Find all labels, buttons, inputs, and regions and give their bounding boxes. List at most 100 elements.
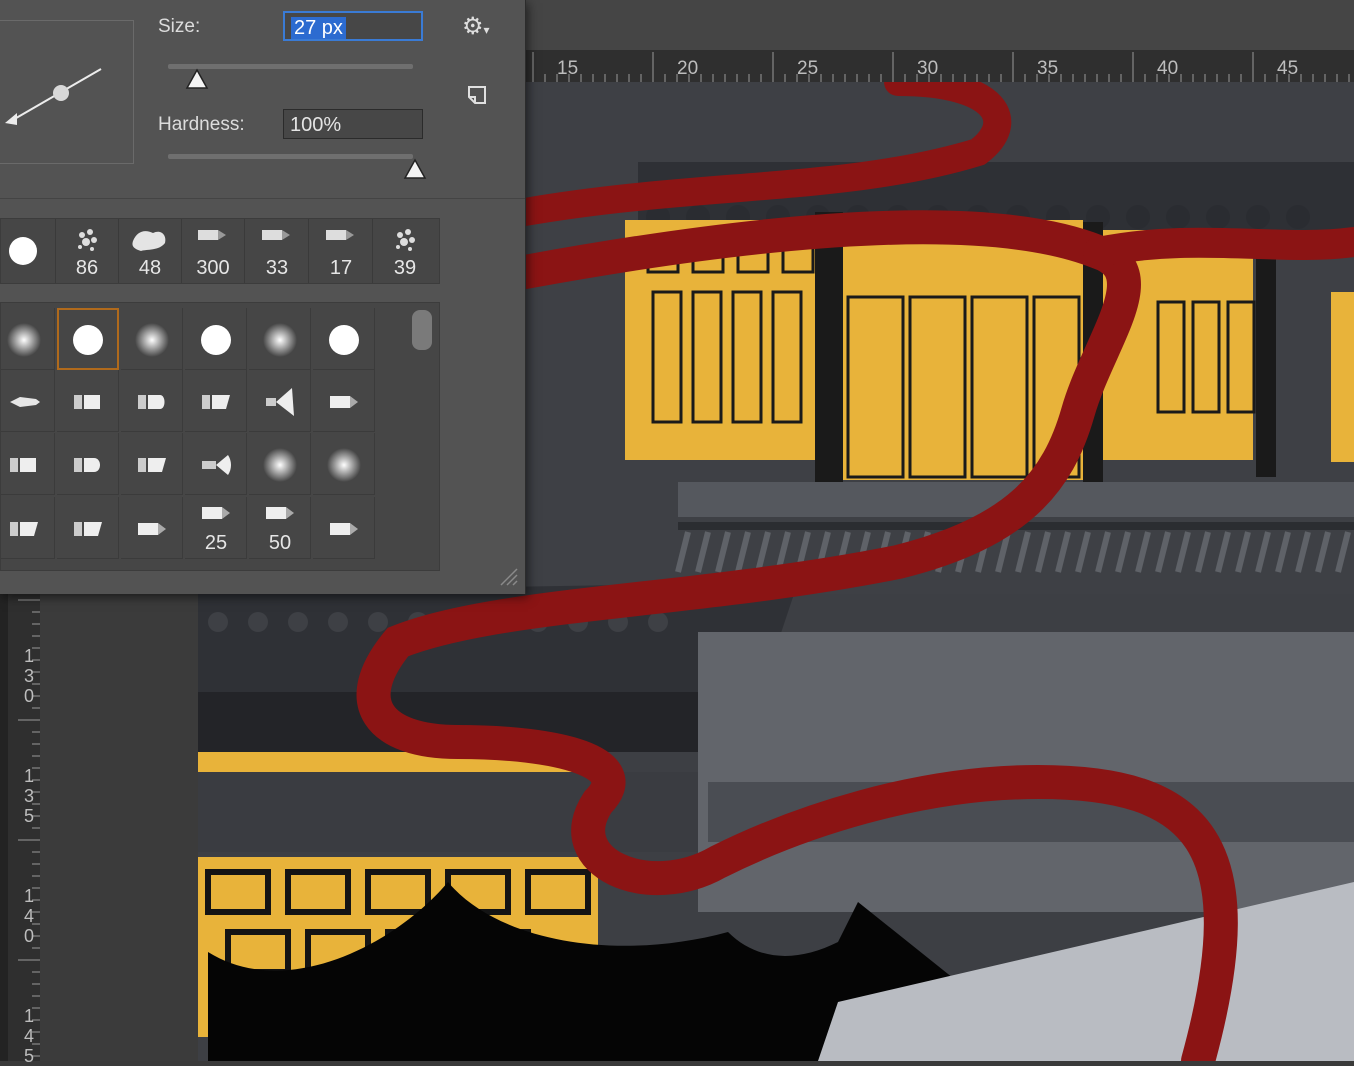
preset-pencil-tip[interactable]: 25 bbox=[185, 497, 247, 559]
panel-edge bbox=[0, 594, 8, 1061]
hardness-slider[interactable] bbox=[168, 154, 413, 159]
pencil-tip-icon bbox=[138, 523, 166, 535]
angled-brush-icon bbox=[10, 522, 38, 536]
round-brush-icon bbox=[74, 458, 100, 472]
hardness-label: Hardness: bbox=[158, 114, 245, 135]
ruler-label: 20 bbox=[677, 58, 699, 79]
pasteboard bbox=[40, 594, 198, 1061]
hard-round-icon bbox=[201, 325, 231, 355]
brush-size-number: 48 bbox=[138, 257, 162, 279]
soft-round-icon bbox=[263, 448, 297, 482]
size-input[interactable]: 27 px bbox=[283, 11, 423, 41]
pencil-tip-icon bbox=[266, 507, 294, 519]
ruler-label: 40 bbox=[1157, 58, 1179, 79]
pencil-tip-icon bbox=[330, 523, 358, 535]
preset-brush-tip[interactable] bbox=[1, 370, 55, 432]
preset-pencil-tip[interactable] bbox=[121, 497, 183, 559]
brush-size-number: 17 bbox=[329, 257, 353, 279]
preset-angled-brush[interactable] bbox=[1, 497, 55, 559]
soft-round-icon bbox=[263, 323, 297, 357]
preset-pencil-tip[interactable] bbox=[313, 370, 375, 432]
preset-hard-round[interactable] bbox=[57, 308, 119, 370]
angled-brush-icon bbox=[74, 522, 102, 536]
hardness-slider-thumb[interactable] bbox=[403, 158, 427, 182]
chalk-icon bbox=[132, 231, 166, 251]
recent-brush[interactable]: 300 bbox=[182, 219, 245, 283]
ruler-label: 15 bbox=[557, 58, 579, 79]
size-label: Size: bbox=[158, 16, 201, 37]
horizontal-ruler[interactable]: 15 20 25 30 35 40 45 bbox=[525, 50, 1354, 83]
preset-hard-round[interactable] bbox=[185, 308, 247, 370]
panel-divider bbox=[0, 198, 525, 199]
recent-brush[interactable] bbox=[0, 219, 56, 283]
size-slider-thumb[interactable] bbox=[185, 68, 209, 92]
preset-airbrush[interactable] bbox=[185, 433, 247, 495]
recent-brush[interactable]: 48 bbox=[119, 219, 182, 283]
brush-size-number: 86 bbox=[75, 257, 99, 279]
preset-soft-round[interactable] bbox=[121, 308, 183, 370]
spatter-icon bbox=[78, 229, 97, 251]
ruler-ticks bbox=[532, 52, 1350, 82]
preset-soft-round[interactable] bbox=[313, 433, 375, 495]
tip-brush-icon bbox=[326, 230, 354, 240]
recent-brush[interactable]: 86 bbox=[56, 219, 119, 283]
ruler-label: 35 bbox=[1037, 58, 1059, 79]
new-preset-icon[interactable] bbox=[466, 84, 488, 106]
preset-scrollbar[interactable] bbox=[412, 310, 432, 350]
size-value: 27 px bbox=[291, 17, 346, 39]
soft-round-icon bbox=[7, 323, 41, 357]
preset-pencil-tip[interactable]: 50 bbox=[249, 497, 311, 559]
ruler-label: 45 bbox=[1277, 58, 1299, 79]
angled-brush-icon bbox=[138, 458, 166, 472]
flat-brush-icon bbox=[138, 395, 165, 409]
resize-grip-icon[interactable] bbox=[497, 565, 519, 587]
brush-tip-icon bbox=[10, 397, 40, 407]
angled-brush-icon bbox=[202, 395, 230, 409]
preset-pencil-tip[interactable] bbox=[313, 497, 375, 559]
brush-size-number: 39 bbox=[393, 257, 417, 279]
hard-round-icon bbox=[9, 237, 37, 265]
pencil-tip-icon bbox=[330, 396, 358, 408]
ruler-label: 135 bbox=[23, 766, 34, 826]
recent-brush[interactable]: 33 bbox=[246, 219, 309, 283]
preset-angled-brush[interactable] bbox=[185, 370, 247, 432]
tip-brush-icon bbox=[198, 230, 226, 240]
recent-brushes-row: 86 48 300 33 17 39 bbox=[0, 218, 440, 284]
ruler-label: 130 bbox=[23, 646, 34, 706]
preset-flat-brush[interactable] bbox=[57, 370, 119, 432]
spatter-icon bbox=[396, 229, 415, 251]
brush-angle-preview[interactable] bbox=[0, 20, 134, 164]
hard-round-icon bbox=[73, 325, 103, 355]
document-tab-bar bbox=[525, 0, 1354, 50]
brush-size-number: 300 bbox=[196, 257, 230, 279]
soft-round-icon bbox=[327, 448, 361, 482]
brush-size-number: 33 bbox=[265, 257, 289, 279]
pencil-tip-icon bbox=[202, 507, 230, 519]
preset-angled-brush[interactable] bbox=[57, 497, 119, 559]
ruler-label: 145 bbox=[23, 1006, 34, 1066]
airbrush-icon bbox=[202, 455, 231, 475]
preset-fan-brush[interactable] bbox=[249, 370, 311, 432]
tip-brush-icon bbox=[262, 230, 290, 240]
soft-round-icon bbox=[135, 323, 169, 357]
preset-flat-brush[interactable] bbox=[1, 433, 55, 495]
hard-round-icon bbox=[329, 325, 359, 355]
hardness-input[interactable]: 100% bbox=[283, 109, 423, 139]
brush-angle-icon bbox=[5, 68, 102, 125]
ruler-label: 25 bbox=[797, 58, 819, 79]
preset-hard-round[interactable] bbox=[313, 308, 375, 370]
ruler-label: 30 bbox=[917, 58, 939, 79]
preset-angled-brush[interactable] bbox=[121, 433, 183, 495]
gear-icon[interactable]: ⚙▾ bbox=[462, 12, 490, 41]
preset-soft-round[interactable] bbox=[1, 308, 55, 370]
preset-soft-round[interactable] bbox=[249, 308, 311, 370]
ruler-label: 140 bbox=[23, 886, 34, 946]
brush-preset-grid[interactable]: 25 50 bbox=[0, 302, 440, 571]
recent-brush[interactable]: 39 bbox=[374, 219, 436, 283]
brush-size-number: 25 bbox=[204, 532, 228, 554]
preset-flat-brush[interactable] bbox=[121, 370, 183, 432]
preset-round-brush[interactable] bbox=[57, 433, 119, 495]
preset-soft-round[interactable] bbox=[249, 433, 311, 495]
recent-brush[interactable]: 17 bbox=[310, 219, 373, 283]
brush-preset-picker: Size: 27 px Hardness: 100% ⚙▾ 86 48 300 bbox=[0, 0, 526, 594]
